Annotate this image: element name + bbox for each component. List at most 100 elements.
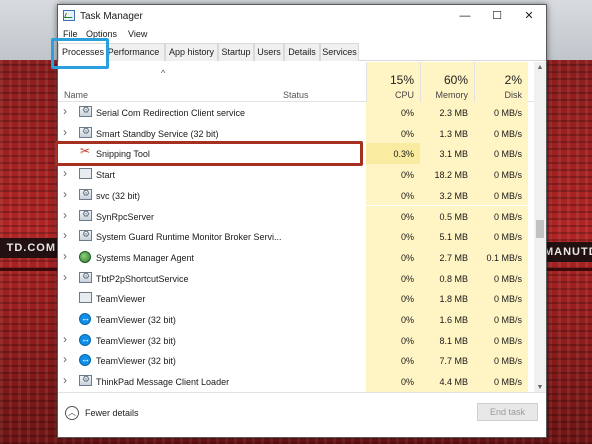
end-task-button[interactable]: End task bbox=[477, 403, 538, 421]
process-row[interactable]: 0% 8.1 MB 0 MB/s › TeamViewer (32 bit) bbox=[58, 329, 536, 351]
sort-ascending-icon: ^ bbox=[161, 68, 166, 78]
cpu-cell: 0% bbox=[366, 309, 420, 330]
process-row[interactable]: 0% 3.2 MB 0 MB/s › svc (32 bit) bbox=[58, 184, 536, 206]
memory-cell: 3.1 MB bbox=[420, 143, 474, 165]
cpu-total: 15% bbox=[389, 73, 414, 87]
cpu-cell: 0.3% bbox=[366, 143, 420, 165]
chevron-right-icon[interactable]: › bbox=[63, 187, 67, 201]
column-disk[interactable]: 2% Disk bbox=[474, 62, 528, 102]
cpu-cell: 0% bbox=[366, 226, 420, 247]
memory-label: Memory bbox=[435, 90, 468, 100]
cpu-value: 0% bbox=[400, 294, 414, 305]
memory-value: 4.4 MB bbox=[439, 377, 468, 388]
chevron-right-icon[interactable]: › bbox=[63, 249, 67, 263]
chevron-right-icon[interactable]: › bbox=[63, 332, 67, 346]
column-memory[interactable]: 60% Memory bbox=[420, 62, 474, 102]
disk-cell: 0 MB/s bbox=[474, 226, 528, 247]
process-name: System Guard Runtime Monitor Broker Serv… bbox=[96, 232, 282, 243]
tab-app-history[interactable]: App history bbox=[165, 43, 218, 61]
process-row[interactable]: 0% 5.1 MB 0 MB/s › System Guard Runtime Moni… bbox=[58, 226, 536, 247]
memory-cell: 5.1 MB bbox=[420, 226, 474, 247]
disk-cell: 0 MB/s bbox=[474, 102, 528, 123]
disk-cell: 0 MB/s bbox=[474, 164, 528, 185]
task-manager-window: Task Manager — ☐ ✕ File Options View Pro… bbox=[51, 4, 547, 438]
cpu-cell: 0% bbox=[366, 350, 420, 372]
cpu-value: 0% bbox=[400, 335, 414, 346]
disk-value: 0 MB/s bbox=[493, 211, 522, 222]
disk-cell: 0.1 MB/s bbox=[474, 246, 528, 268]
disk-value: 0 MB/s bbox=[493, 356, 522, 367]
disk-value: 0 MB/s bbox=[493, 377, 522, 388]
memory-cell: 18.2 MB bbox=[420, 164, 474, 185]
memory-cell: 4.4 MB bbox=[420, 371, 474, 392]
cpu-cell: 0% bbox=[366, 102, 420, 123]
scrollbar-thumb[interactable] bbox=[536, 220, 544, 238]
memory-value: 1.3 MB bbox=[439, 128, 468, 139]
chevron-right-icon[interactable]: › bbox=[63, 208, 67, 222]
memory-cell: 1.8 MB bbox=[420, 288, 474, 309]
minimize-button[interactable]: — bbox=[450, 5, 480, 27]
chevron-right-icon[interactable]: › bbox=[63, 352, 67, 366]
process-name: Systems Manager Agent bbox=[96, 252, 195, 263]
teamviewer-icon bbox=[79, 333, 91, 346]
cpu-cell: 0% bbox=[366, 164, 420, 185]
process-row[interactable]: 0% 1.8 MB 0 MB/s TeamViewer bbox=[58, 288, 536, 309]
cpu-value: 0% bbox=[400, 356, 414, 367]
teamviewer-icon bbox=[79, 354, 91, 367]
process-row[interactable]: 0% 0.5 MB 0 MB/s › SynRpcServer bbox=[58, 205, 536, 227]
title-bar[interactable]: Task Manager — ☐ ✕ bbox=[58, 5, 546, 27]
stadium-banner-right: MANUTD bbox=[540, 242, 592, 262]
tab-users[interactable]: Users bbox=[254, 43, 284, 61]
column-name[interactable]: Name bbox=[64, 90, 88, 100]
tab-startup[interactable]: Startup bbox=[218, 43, 254, 61]
memory-cell: 2.7 MB bbox=[420, 246, 474, 268]
scroll-up-arrow-icon[interactable]: ▲ bbox=[534, 62, 546, 74]
service-icon bbox=[79, 105, 92, 117]
vertical-scrollbar[interactable]: ▲ ▼ bbox=[534, 62, 546, 394]
column-cpu[interactable]: 15% CPU bbox=[366, 62, 420, 102]
disk-value: 0 MB/s bbox=[493, 273, 522, 284]
chevron-right-icon[interactable]: › bbox=[63, 373, 67, 387]
app-icon bbox=[79, 292, 92, 304]
tab-services[interactable]: Services bbox=[320, 43, 359, 61]
disk-value: 0 MB/s bbox=[493, 128, 522, 139]
memory-value: 18.2 MB bbox=[434, 170, 468, 181]
tab-performance[interactable]: Performance bbox=[108, 43, 165, 61]
chevron-up-circle-icon[interactable]: ︿ bbox=[65, 406, 79, 420]
cpu-value: 0% bbox=[400, 190, 414, 201]
process-row[interactable]: 0% 4.4 MB 0 MB/s › ThinkPad Message Client L… bbox=[58, 371, 536, 392]
cpu-value: 0% bbox=[400, 108, 414, 118]
chevron-right-icon[interactable]: › bbox=[63, 104, 67, 118]
memory-cell: 0.8 MB bbox=[420, 267, 474, 289]
maximize-button[interactable]: ☐ bbox=[482, 5, 512, 27]
process-row[interactable]: 0% 2.7 MB 0.1 MB/s › Systems Manager Agent bbox=[58, 246, 536, 268]
process-name: TeamViewer (32 bit) bbox=[96, 335, 176, 346]
process-name: svc (32 bit) bbox=[96, 190, 141, 201]
cpu-value: 0% bbox=[400, 252, 414, 263]
process-row[interactable]: 0% 2.3 MB 0 MB/s › Serial Com Redirection Cl… bbox=[58, 102, 536, 123]
chevron-right-icon[interactable]: › bbox=[63, 270, 67, 284]
chevron-right-icon[interactable]: › bbox=[63, 228, 67, 242]
memory-cell: 7.7 MB bbox=[420, 350, 474, 372]
disk-cell: 0 MB/s bbox=[474, 267, 528, 289]
memory-value: 7.7 MB bbox=[439, 356, 468, 367]
memory-value: 0.8 MB bbox=[439, 273, 468, 284]
chevron-right-icon[interactable]: › bbox=[63, 166, 67, 180]
menu-view[interactable]: View bbox=[128, 29, 147, 39]
chevron-right-icon[interactable]: › bbox=[63, 125, 67, 139]
column-status[interactable]: Status bbox=[283, 90, 309, 100]
close-button[interactable]: ✕ bbox=[514, 5, 544, 27]
fewer-details-link[interactable]: Fewer details bbox=[85, 408, 139, 418]
process-row[interactable]: 0% 0.8 MB 0 MB/s › TbtP2pShortcutService bbox=[58, 267, 536, 289]
memory-value: 5.1 MB bbox=[439, 232, 468, 243]
stadium-banner-left: TD.COM bbox=[0, 238, 60, 258]
process-row[interactable]: 0% 18.2 MB 0 MB/s › Start bbox=[58, 164, 536, 185]
disk-cell: 0 MB/s bbox=[474, 309, 528, 330]
disk-value: 0 MB/s bbox=[493, 108, 522, 118]
process-row[interactable]: 0% 1.6 MB 0 MB/s TeamViewer (32 bit) bbox=[58, 309, 536, 330]
memory-value: 2.7 MB bbox=[439, 252, 468, 263]
service-icon bbox=[79, 271, 92, 283]
process-row[interactable]: 0% 7.7 MB 0 MB/s › TeamViewer (32 bit) bbox=[58, 350, 536, 372]
memory-value: 0.5 MB bbox=[439, 211, 468, 222]
tab-details[interactable]: Details bbox=[284, 43, 320, 61]
